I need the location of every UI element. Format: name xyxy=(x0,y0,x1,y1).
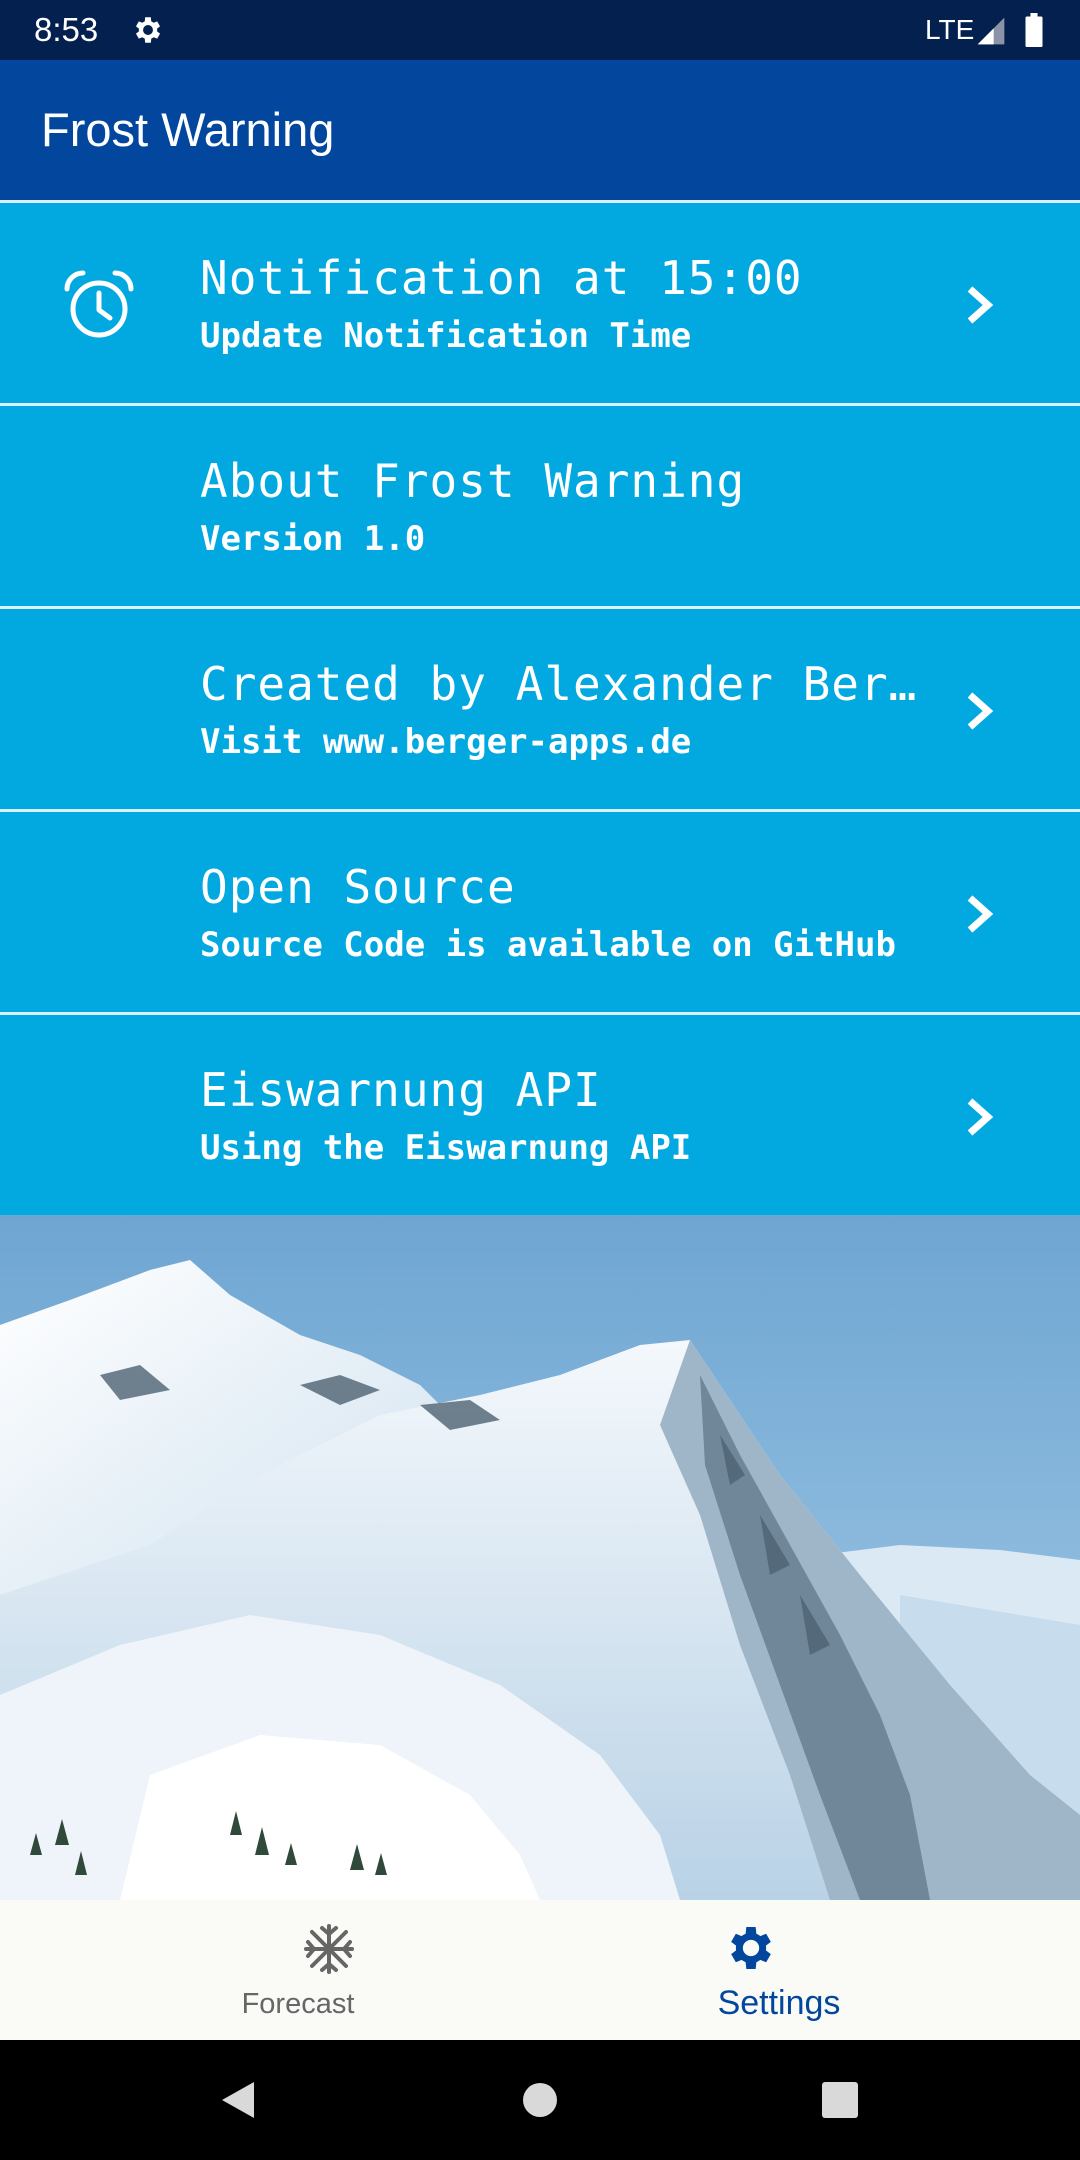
row-title: Created by Alexander Ber… xyxy=(200,657,918,711)
chevron-right-icon xyxy=(967,286,994,324)
page-title: Frost Warning xyxy=(41,103,335,156)
snowflake-icon xyxy=(304,1924,354,1974)
home-icon[interactable] xyxy=(522,2078,558,2122)
chevron-right-icon xyxy=(967,692,994,730)
mountain-image xyxy=(0,1215,1080,1900)
status-bar: 8:53 LTE xyxy=(0,0,1080,60)
network-type-label: LTE xyxy=(925,14,975,45)
gear-icon xyxy=(731,1927,771,1969)
row-subtitle: Version 1.0 xyxy=(200,519,426,559)
row-subtitle: Source Code is available on GitHub xyxy=(200,925,896,965)
tab-settings[interactable]: Settings xyxy=(480,1900,1020,2040)
bottom-navigation: Forecast Settings xyxy=(0,1900,1080,2040)
row-title: Open Source xyxy=(200,860,516,914)
eiswarnung-api-row[interactable]: Eiswarnung API Using the Eiswarnung API xyxy=(0,1012,1080,1212)
gear-icon xyxy=(135,17,161,43)
battery-icon xyxy=(1025,13,1043,47)
system-navigation-bar xyxy=(0,2040,1080,2160)
row-title: Notification at 15:00 xyxy=(200,251,803,305)
signal-icon xyxy=(977,17,1005,45)
notification-time-row[interactable]: Notification at 15:00 Update Notificatio… xyxy=(0,200,1080,400)
row-title: Eiswarnung API xyxy=(200,1063,602,1117)
about-row: About Frost Warning Version 1.0 xyxy=(0,403,1080,603)
status-time: 8:53 xyxy=(34,11,99,48)
recents-icon[interactable] xyxy=(820,2078,860,2122)
chevron-right-icon xyxy=(967,1098,994,1136)
row-title: About Frost Warning xyxy=(200,454,746,508)
row-subtitle: Update Notification Time xyxy=(200,316,692,356)
settings-list: Notification at 15:00 Update Notificatio… xyxy=(0,200,1080,1215)
mountain-illustration xyxy=(0,1215,1080,1900)
tab-forecast[interactable]: Forecast xyxy=(0,1900,540,2040)
back-icon[interactable] xyxy=(218,2078,258,2122)
chevron-right-icon xyxy=(967,895,994,933)
open-source-row[interactable]: Open Source Source Code is available on … xyxy=(0,809,1080,1009)
tab-settings-label: Settings xyxy=(717,1984,841,2022)
alarm-clock-icon xyxy=(64,270,134,338)
row-subtitle: Visit www.berger-apps.de xyxy=(200,722,692,762)
created-by-row[interactable]: Created by Alexander Ber… Visit www.berg… xyxy=(0,606,1080,806)
app-bar: Frost Warning xyxy=(0,60,1080,200)
row-subtitle: Using the Eiswarnung API xyxy=(200,1128,692,1168)
